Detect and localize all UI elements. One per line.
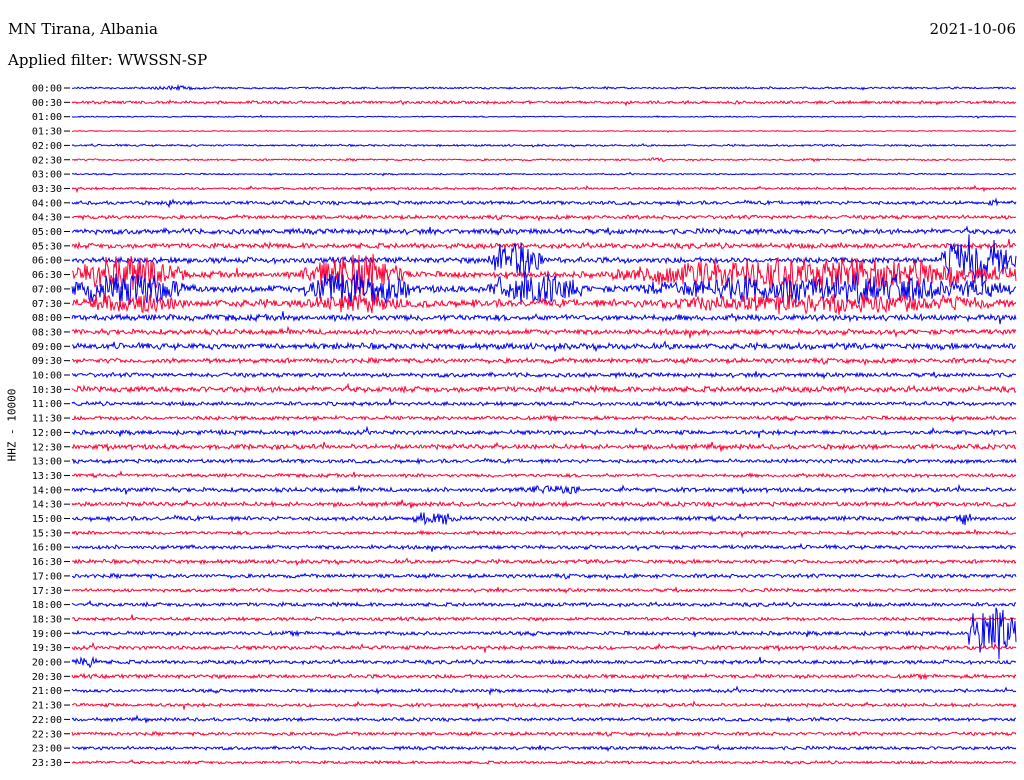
row-time-label: 16:30 xyxy=(32,557,62,568)
row-time-label: 12:00 xyxy=(32,428,62,439)
row-time-label: 19:30 xyxy=(32,643,62,654)
row-time-label: 01:00 xyxy=(32,112,62,123)
row-time-label: 15:00 xyxy=(32,514,62,525)
trace-line xyxy=(71,499,1017,509)
row-time-label: 07:30 xyxy=(32,299,62,310)
row-time-label: 10:00 xyxy=(32,371,62,382)
row-time-label: 14:30 xyxy=(32,500,62,511)
trace-line xyxy=(71,714,1017,723)
trace-line xyxy=(71,441,1017,452)
row-time-label: 04:00 xyxy=(32,198,62,209)
trace-line xyxy=(71,311,1017,325)
row-time-label: 13:30 xyxy=(32,471,62,482)
trace-line xyxy=(71,414,1017,423)
trace-line xyxy=(71,457,1017,466)
row-time-label: 18:30 xyxy=(32,614,62,625)
trace-line xyxy=(71,99,1017,107)
helicorder-plot: 00:00 00:30 01:00 01:30 02:00 02:30 03:00 03:30… xyxy=(32,83,1017,769)
row-time-label: 22:00 xyxy=(32,715,62,726)
trace-line xyxy=(71,470,1017,479)
row-time-label: 09:30 xyxy=(32,356,62,367)
row-time-label: 06:30 xyxy=(32,270,62,281)
trace-line xyxy=(71,197,1017,209)
row-time-label: 02:00 xyxy=(32,141,62,152)
row-time-label: 01:30 xyxy=(32,127,62,138)
trace-line xyxy=(71,382,1017,394)
trace-line xyxy=(71,672,1017,681)
trace-line xyxy=(71,225,1017,237)
trace-line xyxy=(71,557,1017,567)
trace-line xyxy=(71,83,1017,92)
row-time-label: 21:30 xyxy=(32,701,62,712)
row-time-label: 13:00 xyxy=(32,457,62,468)
row-time-label: 21:00 xyxy=(32,686,62,697)
row-time-label: 10:30 xyxy=(32,385,62,396)
trace-line xyxy=(71,614,1017,623)
trace-line xyxy=(71,599,1017,609)
row-time-label: 00:00 xyxy=(32,84,62,95)
row-time-label: 19:00 xyxy=(32,629,62,640)
row-time-label: 17:00 xyxy=(32,571,62,582)
trace-line xyxy=(71,685,1017,696)
time-tick-labels: 00:00 00:30 01:00 01:30 02:00 02:30 03:00 03:30… xyxy=(32,84,70,769)
trace-line xyxy=(71,184,1017,194)
row-time-label: 05:30 xyxy=(32,241,62,252)
trace-line xyxy=(71,356,1017,367)
row-time-label: 15:30 xyxy=(32,528,62,539)
trace-line xyxy=(71,641,1017,653)
trace-line xyxy=(71,238,1017,251)
row-time-label: 16:00 xyxy=(32,543,62,554)
trace-line xyxy=(72,340,1017,353)
trace-line xyxy=(71,293,1017,316)
trace-line xyxy=(71,483,1017,495)
trace-line xyxy=(71,743,1017,752)
trace-line xyxy=(71,586,1017,595)
row-time-label: 09:00 xyxy=(32,342,62,353)
trace-line xyxy=(71,157,1017,163)
row-time-label: 03:30 xyxy=(32,184,62,195)
row-time-label: 08:30 xyxy=(32,327,62,338)
trace-line xyxy=(71,542,1017,552)
trace-line xyxy=(71,425,1017,439)
row-time-label: 11:00 xyxy=(32,399,62,410)
row-time-label: 23:00 xyxy=(32,744,62,755)
row-time-label: 20:00 xyxy=(32,658,62,669)
row-time-label: 00:30 xyxy=(32,98,62,109)
trace-line xyxy=(71,129,1017,133)
trace-line xyxy=(71,114,1016,119)
trace-line xyxy=(71,512,1017,526)
row-time-label: 02:30 xyxy=(32,155,62,166)
row-time-label: 18:00 xyxy=(32,600,62,611)
trace-line xyxy=(71,325,1017,339)
trace-line xyxy=(71,143,1017,148)
row-time-label: 08:00 xyxy=(32,313,62,324)
row-time-label: 07:00 xyxy=(32,284,62,295)
row-time-label: 06:00 xyxy=(32,256,62,267)
trace-line xyxy=(71,371,1017,380)
seismic-traces xyxy=(71,83,1017,766)
trace-line xyxy=(71,758,1017,766)
trace-line xyxy=(71,572,1017,581)
row-time-label: 20:30 xyxy=(32,672,62,683)
row-time-label: 03:00 xyxy=(32,170,62,181)
trace-line xyxy=(71,730,1017,738)
trace-line xyxy=(71,528,1017,539)
trace-line xyxy=(71,655,1017,669)
row-time-label: 14:00 xyxy=(32,485,62,496)
row-time-label: 17:30 xyxy=(32,586,62,597)
row-time-label: 22:30 xyxy=(32,729,62,740)
trace-line xyxy=(71,171,1017,177)
trace-line xyxy=(71,213,1017,222)
row-time-label: 11:30 xyxy=(32,414,62,425)
row-time-label: 23:30 xyxy=(32,758,62,769)
row-time-label: 05:00 xyxy=(32,227,62,238)
trace-line xyxy=(71,607,1017,660)
row-time-label: 04:30 xyxy=(32,213,62,224)
trace-line xyxy=(71,398,1017,408)
trace-line xyxy=(72,700,1017,710)
row-time-label: 12:30 xyxy=(32,442,62,453)
